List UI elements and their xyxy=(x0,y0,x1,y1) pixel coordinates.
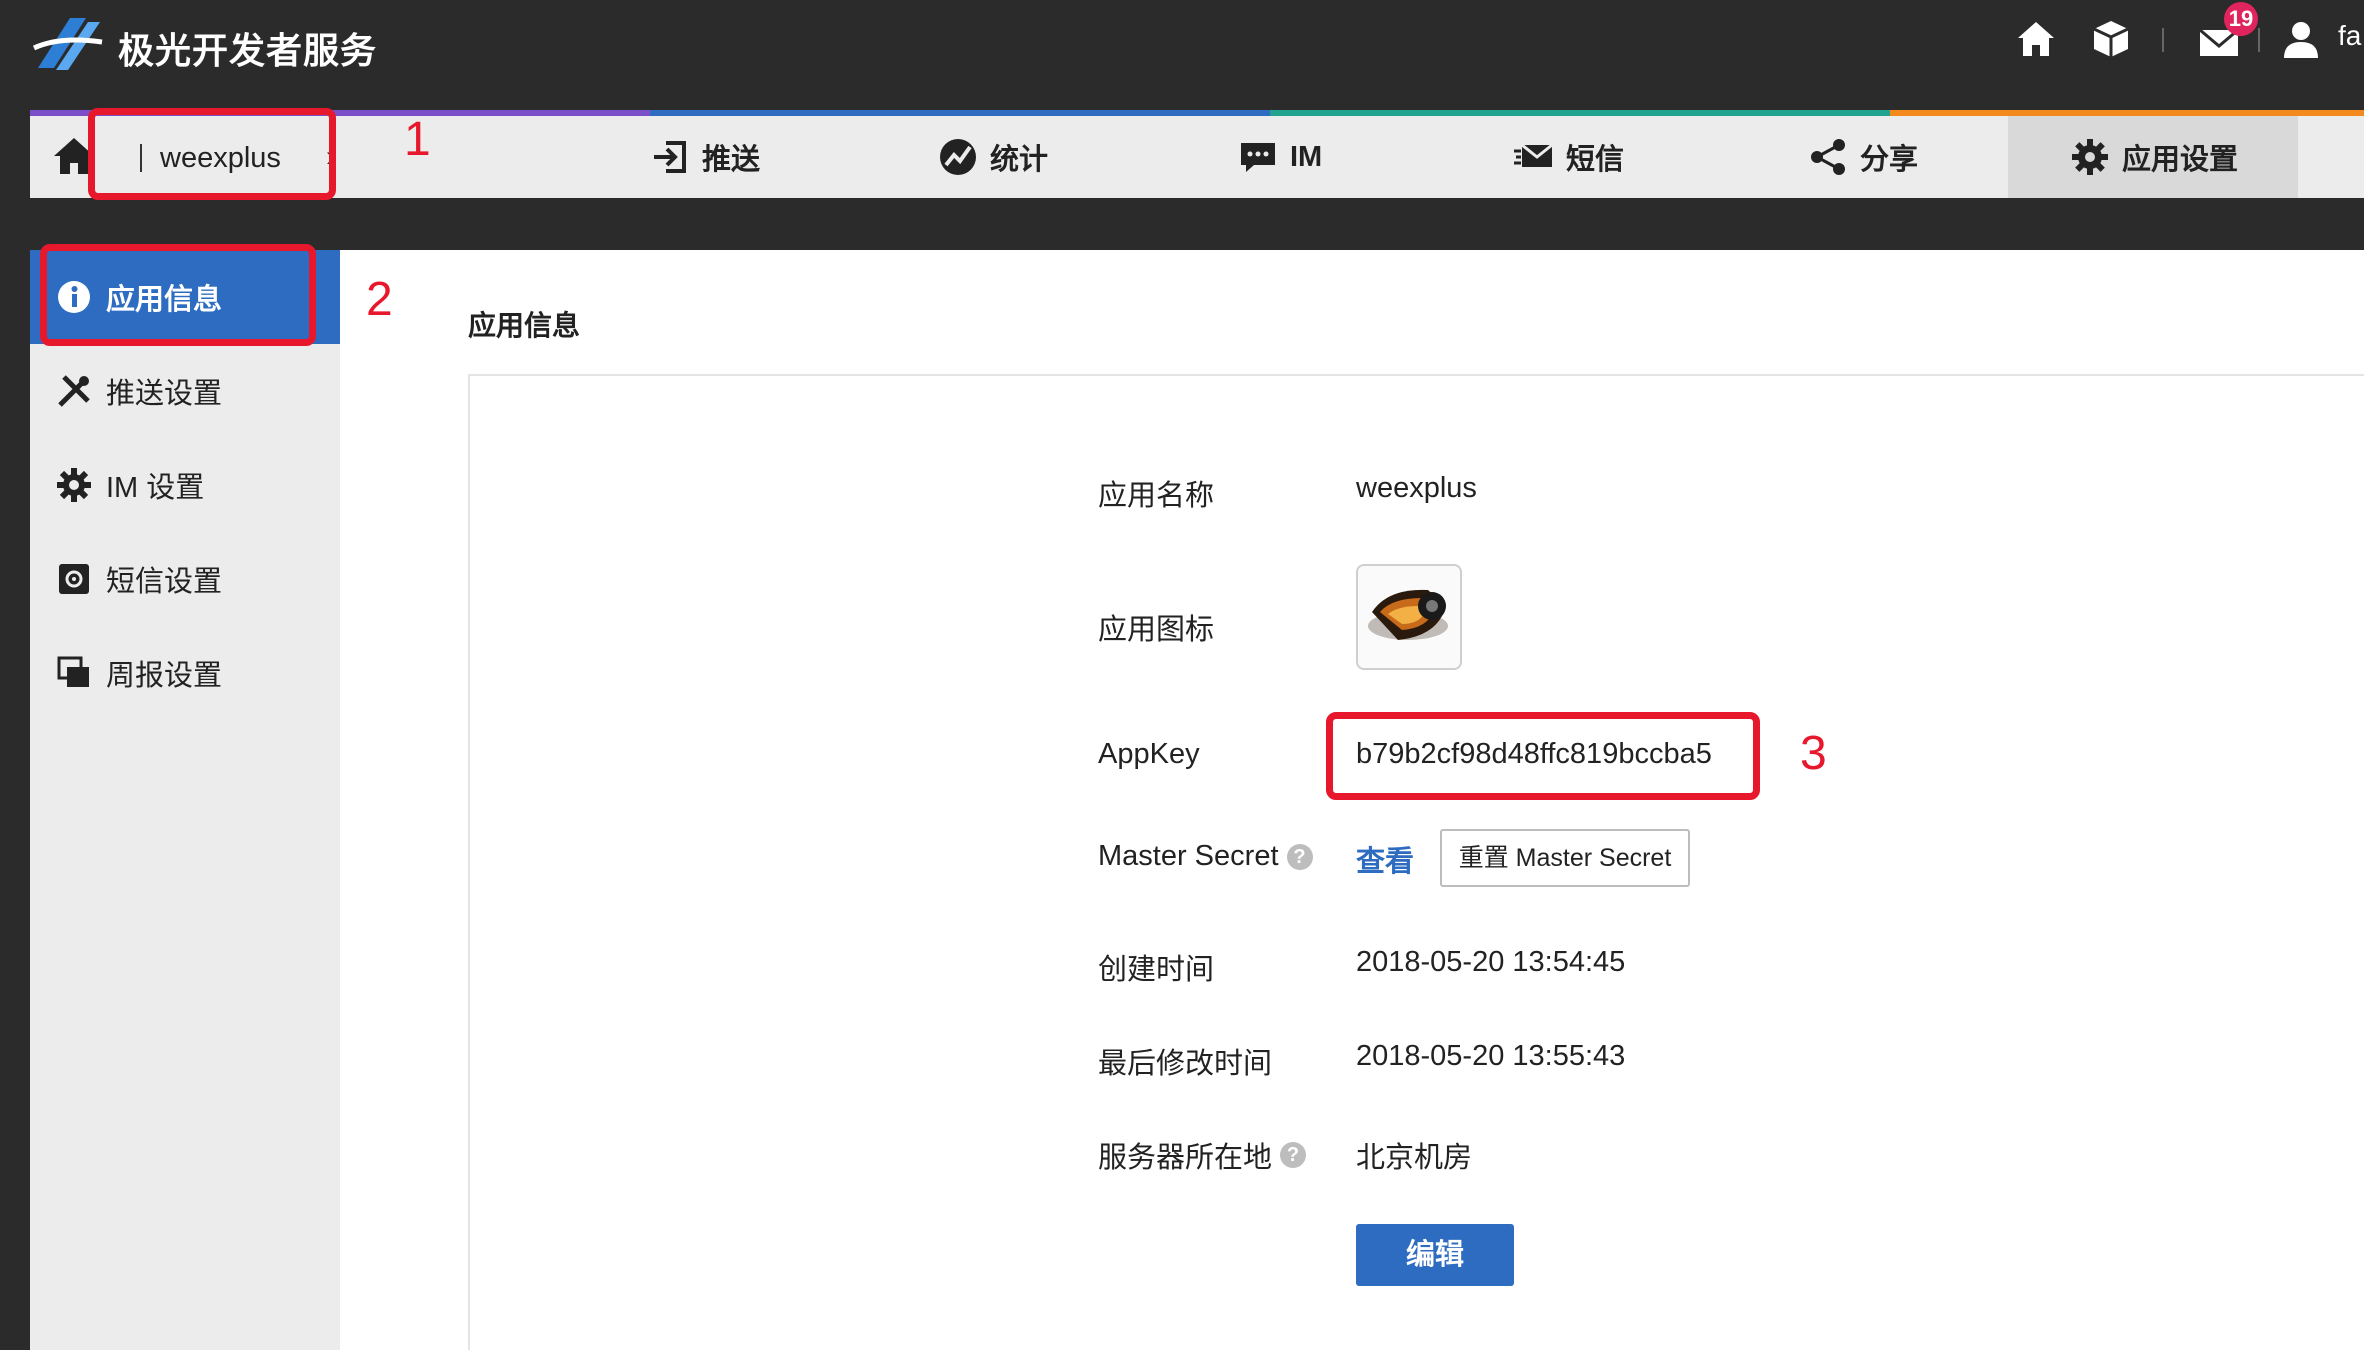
edit-button[interactable]: 编辑 xyxy=(1356,1224,1514,1286)
nav-item-label: 推送 xyxy=(702,144,761,176)
nav-item-app-settings[interactable]: 应用设置 xyxy=(2070,116,2238,198)
home-icon[interactable] xyxy=(2015,18,2057,60)
user-name[interactable]: fa xyxy=(2338,20,2361,52)
annotation-number-1: 1 xyxy=(404,113,431,166)
main-content: 应用信息 xyxy=(340,250,2364,1350)
sidebar-item-label: IM 设置 xyxy=(106,472,205,504)
created-time-label: 创建时间 xyxy=(1098,946,1214,988)
header-divider xyxy=(2162,28,2164,52)
help-icon[interactable]: ? xyxy=(1286,843,1313,870)
stats-icon xyxy=(940,139,976,175)
help-icon[interactable]: ? xyxy=(1280,1142,1307,1168)
field-label-text: AppKey xyxy=(1098,738,1200,770)
report-icon xyxy=(57,656,89,687)
sms-icon xyxy=(1514,143,1553,167)
sms-settings-icon xyxy=(59,564,89,594)
app-info-panel xyxy=(468,374,2364,1350)
push-icon xyxy=(654,141,686,173)
sidebar-item-push-settings[interactable]: 推送设置 xyxy=(30,344,340,438)
nav-item-push[interactable]: 推送 xyxy=(650,116,760,198)
user-icon[interactable] xyxy=(2280,18,2322,60)
sidebar: 应用信息 推送设置 IM 设置 短信设置 周报设置 xyxy=(30,250,340,1350)
nav-item-stats[interactable]: 统计 xyxy=(938,116,1048,198)
sidebar-item-weekly-report[interactable]: 周报设置 xyxy=(30,626,340,720)
sidebar-item-label: 短信设置 xyxy=(106,566,223,598)
server-location-label: 服务器所在地 ? xyxy=(1098,1134,1307,1176)
sidebar-item-label: 推送设置 xyxy=(106,378,223,410)
field-label-text: 应用名称 xyxy=(1098,480,1215,512)
created-time-value: 2018-05-20 13:54:45 xyxy=(1356,946,1626,978)
field-label-text: 最后修改时间 xyxy=(1098,1048,1273,1080)
field-label-text: Master Secret xyxy=(1098,840,1279,872)
header-divider xyxy=(2258,28,2260,52)
brand-title[interactable]: 极光开发者服务 xyxy=(118,22,377,74)
field-label-text: 应用图标 xyxy=(1098,614,1215,646)
jiguang-logo-icon[interactable] xyxy=(30,12,106,76)
cube-icon[interactable] xyxy=(2090,18,2132,60)
annotation-box-2 xyxy=(40,244,316,346)
annotation-number-3: 3 xyxy=(1800,727,1827,780)
film-reel-icon xyxy=(1368,589,1448,640)
unread-badge[interactable]: 19 xyxy=(2224,2,2258,36)
page-title: 应用信息 xyxy=(468,310,581,341)
app-icon-label: 应用图标 xyxy=(1098,606,1214,648)
server-location-value: 北京机房 xyxy=(1356,1142,1473,1174)
annotation-box-1 xyxy=(88,108,336,200)
chat-icon xyxy=(1241,143,1275,172)
field-label-text: 服务器所在地 xyxy=(1098,1142,1273,1174)
master-secret-label: Master Secret ? xyxy=(1098,840,1313,873)
sidebar-item-im-settings[interactable]: IM 设置 xyxy=(30,438,340,532)
sidebar-item-sms-settings[interactable]: 短信设置 xyxy=(30,532,340,626)
nav-item-label: 短信 xyxy=(1566,144,1625,176)
annotation-box-3 xyxy=(1326,712,1760,800)
nav-item-label: 统计 xyxy=(990,144,1049,176)
reset-master-secret-button[interactable]: 重置 Master Secret xyxy=(1440,829,1690,887)
share-icon xyxy=(1811,139,1845,175)
tools-icon xyxy=(58,375,90,407)
modified-time-value: 2018-05-20 13:55:43 xyxy=(1356,1040,1626,1072)
nav-item-label: 分享 xyxy=(1860,144,1919,176)
gear-icon xyxy=(2072,139,2108,175)
view-secret-link[interactable]: 查看 xyxy=(1356,838,1414,880)
app-name-label: 应用名称 xyxy=(1098,472,1214,514)
app-name-value: weexplus xyxy=(1356,472,1477,504)
nav-item-share[interactable]: 分享 xyxy=(1808,116,1918,198)
nav-item-label: IM xyxy=(1290,140,1323,173)
appkey-label: AppKey xyxy=(1098,738,1200,771)
sidebar-item-label: 周报设置 xyxy=(106,660,223,692)
cog-icon xyxy=(57,468,91,502)
nav-item-sms[interactable]: 短信 xyxy=(1514,116,1624,198)
modified-time-label: 最后修改时间 xyxy=(1098,1040,1272,1082)
annotation-number-2: 2 xyxy=(366,273,393,326)
top-bar: 极光开发者服务 19 fa xyxy=(0,0,2364,100)
field-label-text: 创建时间 xyxy=(1098,954,1215,986)
main-nav: weexplus › 推送 统计 IM 短信 分享 应用设置 xyxy=(30,116,2364,198)
nav-item-im[interactable]: IM xyxy=(1238,116,1322,198)
app-icon-image xyxy=(1356,564,1462,670)
nav-item-label: 应用设置 xyxy=(2122,144,2239,176)
